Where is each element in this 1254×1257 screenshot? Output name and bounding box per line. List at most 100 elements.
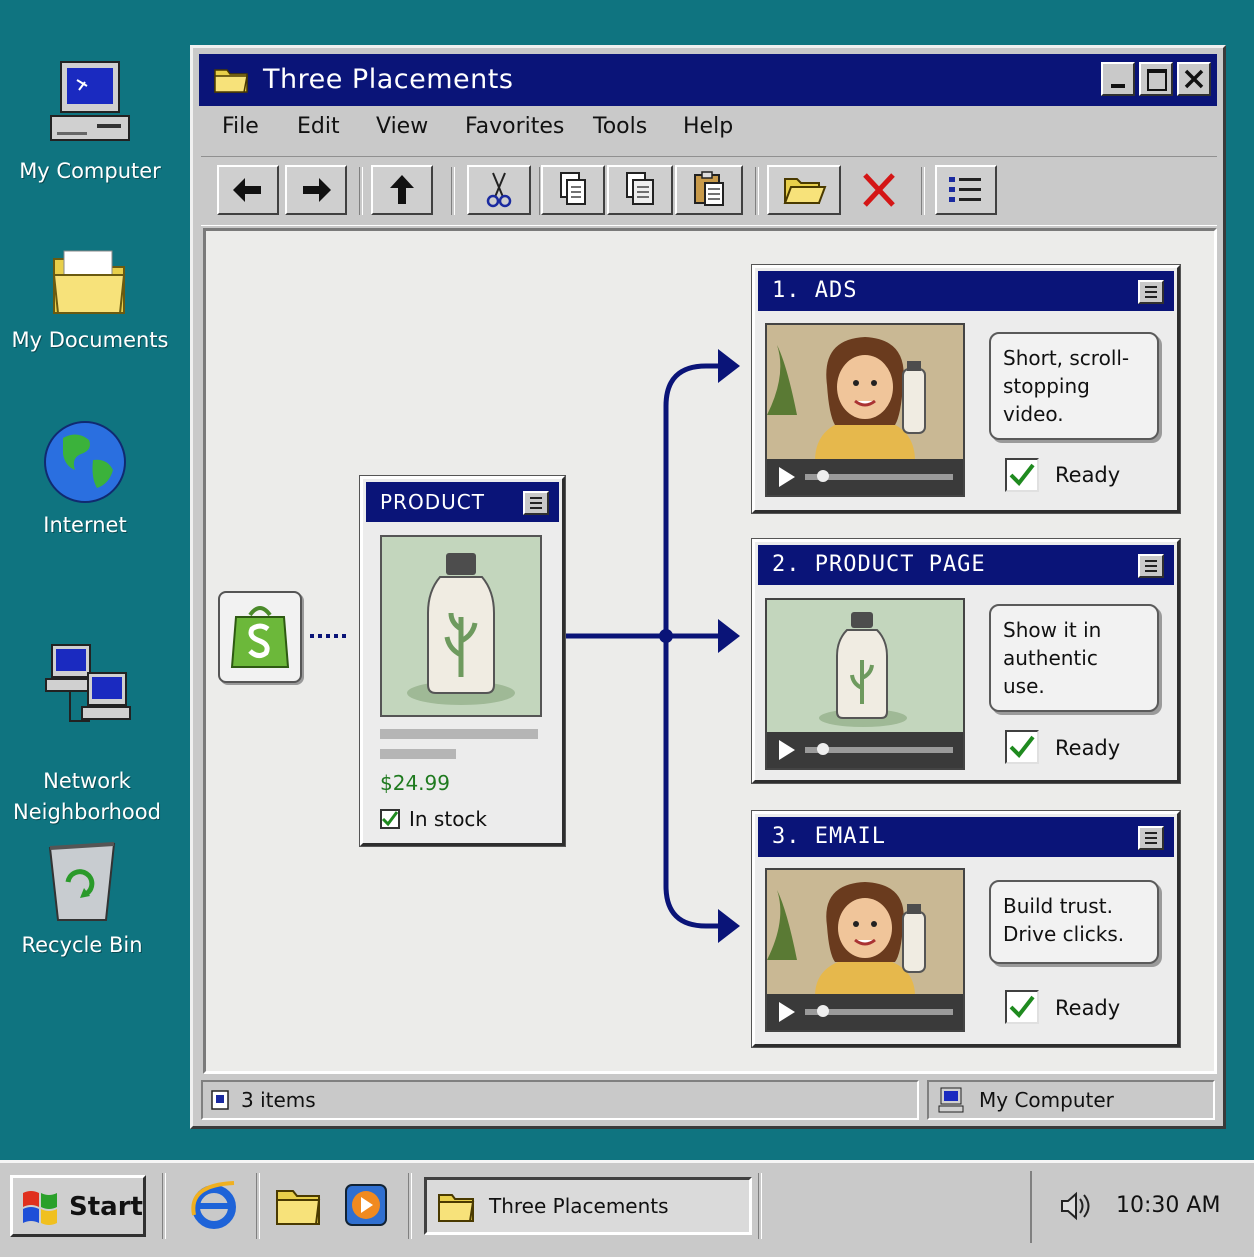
menu-view[interactable]: View [376, 114, 428, 139]
placement-caption: Show it in authentic use. [1003, 618, 1102, 698]
status-location-field: My Computer [927, 1080, 1215, 1120]
placement-panel-email: 3. EMAIL Build trust. Drive clicks. Read… [751, 810, 1181, 1048]
open-folder-button[interactable] [767, 165, 841, 215]
video-controls [767, 459, 963, 495]
checkmark-icon [381, 811, 399, 827]
toolbar-separator [451, 167, 455, 215]
product-subtitle-placeholder [380, 749, 456, 759]
volume-icon[interactable] [1056, 1187, 1094, 1225]
panel-menu-button[interactable] [1138, 554, 1164, 578]
placement-caption: Build trust. Drive clicks. [1003, 894, 1125, 946]
copy-button[interactable] [541, 165, 605, 215]
copy-to-icon [626, 172, 654, 205]
ready-label: Ready [1055, 996, 1121, 1020]
content-area: PRODUCT $24.99 In stock 1. ADS Short, sc… [203, 228, 1217, 1074]
taskbar-separator [256, 1173, 260, 1239]
taskbar-window-button[interactable]: Three Placements [424, 1177, 752, 1235]
status-items-text: 3 items [241, 1088, 316, 1112]
video-progress-thumb[interactable] [817, 743, 829, 755]
desktop-icon-label: Recycle Bin [21, 933, 143, 957]
up-icon [390, 175, 414, 204]
folder-icon[interactable] [274, 1185, 322, 1227]
checkmark-icon [1009, 735, 1035, 759]
ready-label: Ready [1055, 736, 1121, 760]
video-thumbnail-woman [767, 870, 963, 996]
toolbar-separator [921, 167, 925, 215]
forward-button[interactable] [285, 165, 347, 215]
video-controls [767, 732, 963, 768]
panel-menu-button[interactable] [1138, 280, 1164, 304]
product-price: $24.99 [380, 771, 450, 795]
placement-header[interactable]: 2. PRODUCT PAGE [758, 545, 1174, 585]
panel-menu-button[interactable] [1138, 826, 1164, 850]
recycle-bin-icon [48, 842, 116, 921]
in-stock-label: In stock [409, 807, 488, 831]
toolbar [201, 156, 1217, 226]
cut-button[interactable] [467, 165, 531, 215]
globe-icon [44, 421, 126, 503]
title-bar[interactable]: Three Placements [199, 54, 1217, 106]
cut-icon [486, 172, 512, 208]
start-button[interactable]: Start [10, 1175, 146, 1237]
video-controls [767, 994, 963, 1030]
internet-explorer-icon[interactable] [188, 1179, 240, 1231]
taskbar-window-title: Three Placements [489, 1194, 669, 1218]
copy-icon [560, 172, 586, 205]
placement-title: 3. EMAIL [772, 824, 886, 849]
video-player[interactable] [765, 868, 965, 1032]
toolbar-separator [755, 167, 759, 215]
placement-caption: Short, scroll-stopping video. [1003, 346, 1130, 426]
details-view-button[interactable] [935, 165, 997, 215]
play-icon[interactable] [773, 459, 803, 495]
play-icon[interactable] [773, 994, 803, 1030]
delete-button[interactable] [847, 165, 911, 215]
desktop-icon-internet[interactable]: Internet [0, 420, 175, 541]
product-title-placeholder [380, 729, 538, 739]
taskbar-separator [758, 1173, 762, 1239]
menu-favorites[interactable]: Favorites [465, 114, 564, 139]
clock[interactable]: 10:30 AM [1116, 1193, 1220, 1218]
placement-header[interactable]: 1. ADS [758, 271, 1174, 311]
status-location-text: My Computer [979, 1088, 1114, 1112]
placement-header[interactable]: 3. EMAIL [758, 817, 1174, 857]
desktop-icon-network[interactable]: Network Neighborhood [0, 612, 177, 828]
up-button[interactable] [371, 165, 433, 215]
caption-bubble: Short, scroll-stopping video. [989, 332, 1159, 440]
placement-panel-ads: 1. ADS Short, scroll-stopping video. Rea… [751, 264, 1181, 514]
ready-label: Ready [1055, 463, 1121, 487]
desktop-icon-my-computer[interactable]: My Computer [0, 60, 180, 187]
product-panel-title: PRODUCT [380, 490, 485, 514]
video-player[interactable] [765, 598, 965, 770]
checkmark-icon [1009, 995, 1035, 1019]
copy-to-button[interactable] [607, 165, 673, 215]
menu-tools[interactable]: Tools [593, 114, 647, 139]
product-panel-header[interactable]: PRODUCT [366, 482, 559, 522]
back-button[interactable] [217, 165, 279, 215]
panel-menu-button[interactable] [523, 491, 549, 515]
video-progress-thumb[interactable] [817, 470, 829, 482]
computer-icon [50, 61, 130, 141]
menu-help[interactable]: Help [683, 114, 733, 139]
paste-button[interactable] [675, 165, 743, 215]
video-progress-thumb[interactable] [817, 1005, 829, 1017]
close-button[interactable] [1177, 62, 1211, 96]
in-stock-checkbox[interactable] [380, 809, 400, 829]
store-app-tile[interactable] [218, 591, 302, 683]
maximize-button[interactable] [1139, 62, 1173, 96]
desktop-icon-recycle-bin[interactable]: Recycle Bin [0, 838, 172, 961]
desktop-icon-my-documents[interactable]: My Documents [0, 245, 180, 356]
menu-file[interactable]: File [222, 114, 259, 139]
ready-checkbox[interactable] [1005, 730, 1039, 764]
desktop-icon-label: My Computer [19, 159, 161, 183]
checkmark-icon [1009, 463, 1035, 487]
placement-title: 1. ADS [772, 278, 858, 303]
bottle-image [407, 553, 515, 705]
close-icon [1184, 69, 1204, 89]
play-icon[interactable] [773, 732, 803, 768]
ready-checkbox[interactable] [1005, 458, 1039, 492]
minimize-button[interactable] [1101, 62, 1135, 96]
ready-checkbox[interactable] [1005, 990, 1039, 1024]
media-player-icon[interactable] [344, 1183, 388, 1227]
video-player[interactable] [765, 323, 965, 497]
menu-edit[interactable]: Edit [297, 114, 340, 139]
